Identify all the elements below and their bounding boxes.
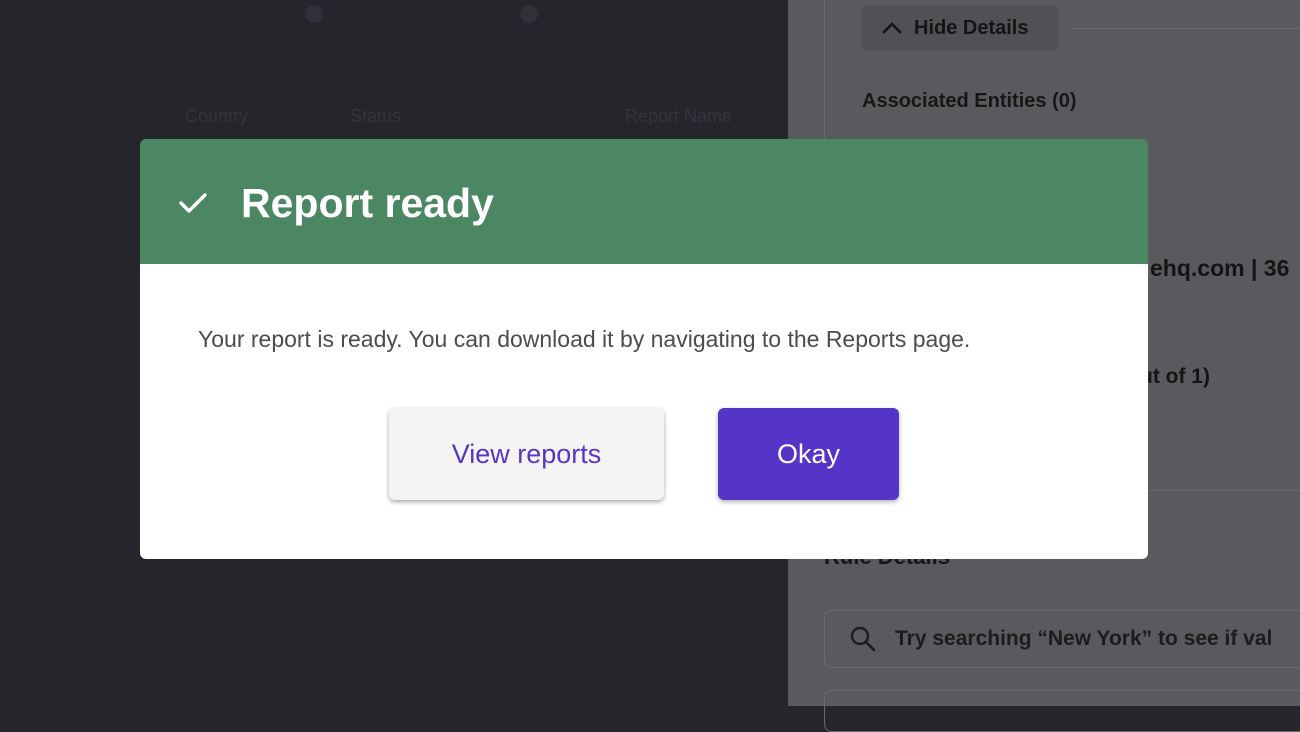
search-icon [850, 626, 876, 652]
email-text: ehq.com | 36 [1150, 255, 1290, 281]
hide-details-button[interactable]: Hide Details [862, 5, 1058, 51]
divider [1072, 28, 1300, 29]
hide-details-label: Hide Details [914, 16, 1029, 39]
modal-title: Report ready [241, 180, 494, 226]
modal-header: Report ready [140, 139, 1148, 265]
rule-search-input[interactable]: Try searching “New York” to see if val [824, 610, 1300, 668]
associated-entities-heading: Associated Entities (0) [862, 90, 1077, 112]
filter-chevron-icon [520, 5, 538, 23]
view-reports-button[interactable]: View reports [389, 408, 664, 500]
search-placeholder: Try searching “New York” to see if val [895, 627, 1273, 650]
check-icon [179, 193, 207, 213]
column-header: Report Name [625, 106, 733, 126]
secondary-field[interactable] [824, 690, 1300, 732]
column-header: Country [185, 106, 249, 126]
column-header: Status [350, 106, 402, 126]
modal-body: Your report is ready. You can download i… [140, 264, 1148, 559]
okay-button[interactable]: Okay [718, 408, 899, 500]
filter-chevron-icon [305, 5, 323, 23]
chevron-up-icon [882, 22, 902, 34]
modal-message: Your report is ready. You can download i… [198, 326, 971, 352]
count-text: ut of 1) [1140, 365, 1210, 388]
